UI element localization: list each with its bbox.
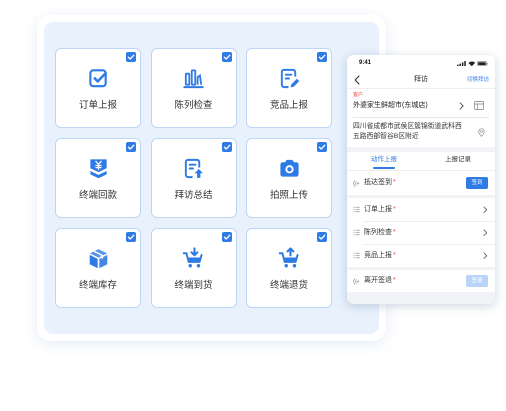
switch-visit-link[interactable]: 切换拜访 bbox=[467, 76, 489, 84]
action-label: 离开签退* bbox=[364, 276, 396, 286]
document-upload-icon bbox=[182, 157, 205, 180]
tile-checkbox[interactable] bbox=[317, 52, 327, 62]
required-mark: * bbox=[393, 228, 396, 236]
tile-label: 竞品上报 bbox=[269, 100, 308, 111]
section-separator bbox=[347, 147, 495, 152]
action-label-text: 离开签退 bbox=[364, 277, 392, 284]
customer-divider bbox=[353, 117, 489, 118]
action-row-competitor-report[interactable]: 竞品上报* bbox=[347, 244, 495, 267]
tile-label: 拜访总结 bbox=[174, 190, 213, 201]
bar-chart-icon bbox=[182, 67, 205, 90]
tile-label: 拍照上传 bbox=[269, 190, 308, 201]
list-icon bbox=[353, 252, 360, 259]
required-mark: * bbox=[393, 277, 396, 284]
action-label: 抵达签到* bbox=[364, 178, 396, 188]
feature-tile-terminal-return[interactable]: 终端退货 bbox=[246, 228, 332, 308]
action-label-text: 陈列检查 bbox=[364, 228, 392, 236]
tile-checkbox[interactable] bbox=[317, 232, 327, 242]
feature-panel: 订单上报 陈列检查 竞品上报 终端回款 拜访总结 拍照上传 终端库存 终端到货 … bbox=[37, 15, 386, 341]
action-label-text: 订单上报 bbox=[364, 205, 392, 213]
document-edit-icon bbox=[278, 67, 301, 90]
feature-tile-visit-summary[interactable]: 拜访总结 bbox=[150, 138, 237, 218]
chevron-right-icon[interactable] bbox=[459, 102, 464, 110]
feature-panel-inner: 订单上报 陈列检查 竞品上报 终端回款 拜访总结 拍照上传 终端库存 终端到货 … bbox=[44, 22, 379, 334]
bottom-area bbox=[347, 292, 495, 304]
camera-icon bbox=[278, 157, 301, 180]
tile-label: 订单上报 bbox=[78, 100, 117, 111]
status-icons bbox=[456, 60, 489, 67]
tile-label: 终端回款 bbox=[78, 190, 117, 201]
tile-checkbox[interactable] bbox=[126, 142, 136, 152]
clipboard-check-icon bbox=[87, 67, 110, 90]
feature-tile-terminal-arrival[interactable]: 终端到货 bbox=[150, 228, 237, 308]
checkout-icon bbox=[353, 277, 360, 285]
package-box-icon bbox=[87, 247, 110, 270]
feature-tile-competitor-report[interactable]: 竞品上报 bbox=[246, 48, 332, 128]
action-label: 陈列检查* bbox=[364, 228, 396, 238]
tile-checkbox[interactable] bbox=[221, 142, 232, 152]
list-icon bbox=[353, 206, 360, 213]
tile-label: 终端库存 bbox=[78, 280, 117, 291]
chevron-right-icon bbox=[482, 206, 488, 214]
feature-tile-photo-upload[interactable]: 拍照上传 bbox=[246, 138, 332, 218]
signal-icon bbox=[456, 60, 466, 67]
wifi-icon bbox=[467, 60, 476, 67]
yuan-download-icon bbox=[87, 157, 110, 180]
checkout-button[interactable]: 签退 bbox=[466, 275, 488, 287]
tile-checkbox[interactable] bbox=[221, 52, 232, 62]
checkin-icon bbox=[353, 179, 360, 187]
action-label: 订单上报* bbox=[364, 205, 396, 215]
tile-label: 陈列检查 bbox=[174, 100, 213, 111]
action-row-leave-checkout[interactable]: 离开签退* 签退 bbox=[347, 270, 495, 292]
feature-tile-terminal-payment[interactable]: 终端回款 bbox=[55, 138, 141, 218]
action-row-order-report[interactable]: 订单上报* bbox=[347, 198, 495, 221]
customer-tag: 客户 bbox=[353, 92, 364, 98]
checkin-button[interactable]: 签到 bbox=[466, 177, 488, 189]
required-mark: * bbox=[393, 251, 396, 259]
action-label-text: 竞品上报 bbox=[364, 251, 392, 259]
tile-checkbox[interactable] bbox=[317, 142, 327, 152]
battery-icon bbox=[477, 60, 488, 67]
store-icon[interactable] bbox=[474, 101, 484, 110]
cart-return-icon bbox=[278, 247, 301, 270]
tab-report-history[interactable]: 上报记录 bbox=[421, 155, 495, 164]
action-row-arrival-checkin[interactable]: 抵达签到* 签到 bbox=[347, 171, 495, 195]
tile-label: 终端到货 bbox=[174, 280, 213, 291]
phone-mockup: 9:41 拜访 切换拜访 客户 外婆家生鲜超市(东城店) 四川省成都市武侯区簇锦… bbox=[347, 55, 495, 304]
tile-checkbox[interactable] bbox=[126, 232, 136, 242]
location-pin-icon[interactable] bbox=[478, 128, 485, 137]
required-mark: * bbox=[393, 205, 396, 213]
status-time: 9:41 bbox=[359, 60, 372, 66]
action-row-display-check[interactable]: 陈列检查* bbox=[347, 221, 495, 244]
chevron-right-icon bbox=[482, 229, 488, 237]
list-icon bbox=[353, 229, 360, 236]
feature-grid: 订单上报 陈列检查 竞品上报 终端回款 拜访总结 拍照上传 终端库存 终端到货 … bbox=[55, 48, 332, 308]
action-label: 竞品上报* bbox=[364, 251, 396, 261]
feature-tile-display-check[interactable]: 陈列检查 bbox=[150, 48, 237, 128]
header-divider bbox=[347, 88, 495, 89]
tile-checkbox[interactable] bbox=[126, 52, 136, 62]
feature-tile-terminal-inventory[interactable]: 终端库存 bbox=[55, 228, 141, 308]
required-mark: * bbox=[393, 179, 396, 186]
feature-tile-order-report[interactable]: 订单上报 bbox=[55, 48, 141, 128]
cart-arrival-icon bbox=[182, 247, 205, 270]
tile-label: 终端退货 bbox=[269, 280, 308, 291]
customer-name[interactable]: 外婆家生鲜超市(东城店) bbox=[353, 101, 428, 111]
tab-action-report[interactable]: 动作上报 bbox=[347, 155, 421, 169]
chevron-right-icon bbox=[482, 252, 488, 260]
tile-checkbox[interactable] bbox=[221, 232, 232, 242]
action-label-text: 抵达签到 bbox=[364, 179, 392, 186]
customer-address: 四川省成都市武侯区簇锦街道武科西五路西部智谷B区附近 bbox=[353, 123, 462, 140]
